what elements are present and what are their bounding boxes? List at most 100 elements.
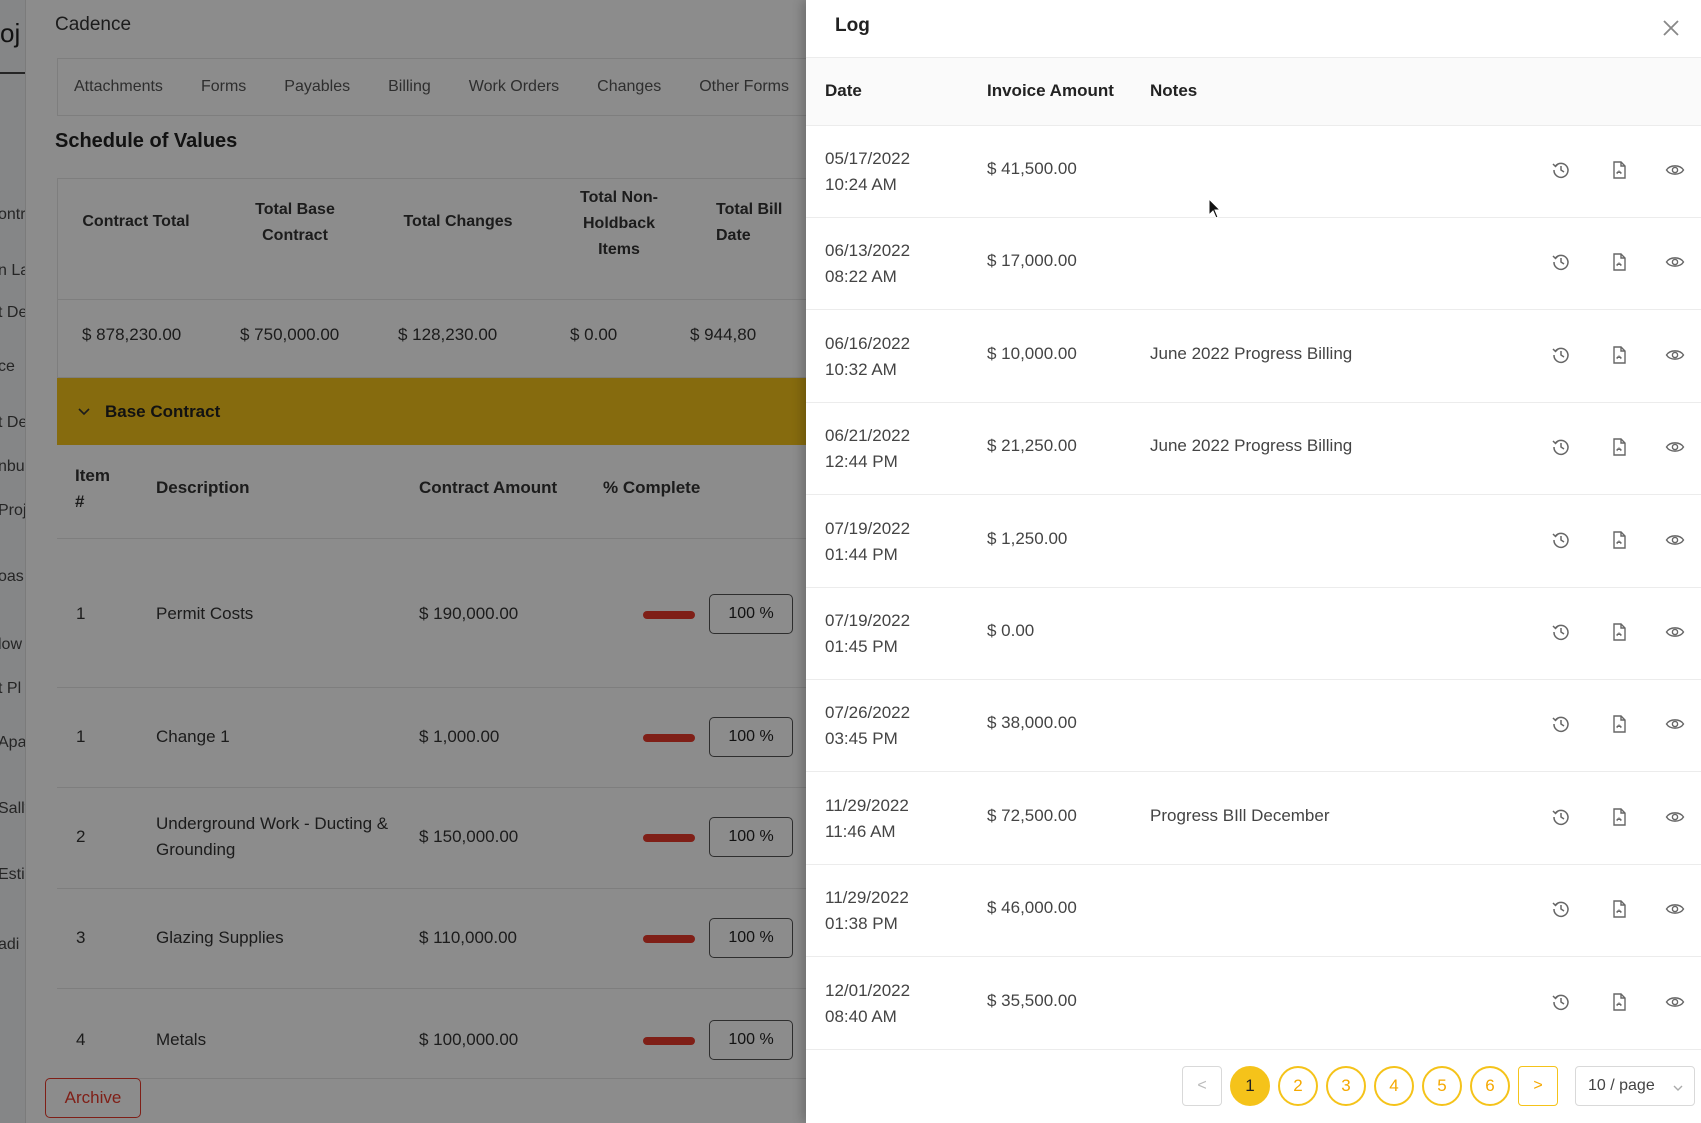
- drawer-title: Log: [835, 15, 870, 36]
- history-icon[interactable]: [1551, 807, 1571, 827]
- log-row[interactable]: 06/13/2022 08:22 AM $ 17,000.00: [806, 218, 1701, 311]
- log-invoice-amount: $ 21,250.00: [987, 436, 1077, 456]
- log-date-day: 11/29/2022: [825, 888, 909, 908]
- log-date-day: 12/01/2022: [825, 980, 911, 1000]
- log-date: 07/19/2022 01:44 PM: [825, 516, 910, 568]
- chevron-down-icon: [1672, 1081, 1684, 1093]
- log-date-day: 06/16/2022: [825, 333, 911, 353]
- mouse-cursor: [1208, 197, 1222, 220]
- log-date: 06/16/2022 10:32 AM: [825, 331, 910, 383]
- eye-icon[interactable]: [1665, 160, 1685, 180]
- eye-icon[interactable]: [1665, 530, 1685, 550]
- page-button[interactable]: 5: [1422, 1066, 1462, 1106]
- log-date-time: 01:38 PM: [825, 914, 898, 934]
- page-button[interactable]: 4: [1374, 1066, 1414, 1106]
- log-date-time: 10:24 AM: [825, 175, 897, 194]
- history-icon[interactable]: [1551, 899, 1571, 919]
- log-invoice-amount: $ 72,500.00: [987, 805, 1077, 825]
- log-invoice-amount: $ 38,000.00: [987, 713, 1077, 733]
- log-row[interactable]: 06/16/2022 10:32 AM $ 10,000.00 June 2022 P…: [806, 311, 1701, 403]
- modal-overlay[interactable]: [0, 0, 806, 1123]
- log-date-time: 12:44 PM: [825, 452, 898, 472]
- log-date: 05/17/2022 10:24 AM: [825, 146, 910, 198]
- log-row[interactable]: 06/21/2022 12:44 PM $ 21,250.00 June 2022 P…: [806, 403, 1701, 496]
- log-row[interactable]: 11/29/2022 11:46 AM $ 72,500.00 Progress BI…: [806, 773, 1701, 865]
- history-icon[interactable]: [1551, 252, 1571, 272]
- eye-icon[interactable]: [1665, 345, 1685, 365]
- pdf-icon[interactable]: [1609, 160, 1629, 180]
- eye-icon[interactable]: [1665, 252, 1685, 272]
- pdf-icon[interactable]: [1609, 992, 1629, 1012]
- pdf-icon[interactable]: [1609, 530, 1629, 550]
- log-invoice-amount: $ 1,250.00: [987, 528, 1068, 548]
- pdf-icon[interactable]: [1609, 252, 1629, 272]
- log-notes: Progress BIll December: [1150, 805, 1330, 825]
- pdf-icon[interactable]: [1609, 714, 1629, 734]
- log-invoice-amount: $ 10,000.00: [987, 343, 1077, 363]
- page-button[interactable]: 6: [1470, 1066, 1510, 1106]
- page-size-value: 10 / page: [1588, 1077, 1655, 1094]
- log-drawer: Log Date Invoice Amount Notes 05/17/2022…: [806, 0, 1701, 1123]
- history-icon[interactable]: [1551, 345, 1571, 365]
- log-invoice-amount: $ 17,000.00: [987, 251, 1077, 271]
- log-date-time: 03:45 PM: [825, 729, 898, 749]
- history-icon[interactable]: [1551, 714, 1571, 734]
- pdf-icon[interactable]: [1609, 899, 1629, 919]
- pdf-icon[interactable]: [1609, 345, 1629, 365]
- log-date-day: 07/26/2022: [825, 703, 911, 723]
- log-invoice-amount: $ 46,000.00: [987, 898, 1077, 918]
- log-notes: June 2022 Progress Billing: [1150, 436, 1353, 456]
- log-date-day: 06/13/2022: [825, 241, 911, 261]
- chevron-left-icon: <: [1197, 1077, 1207, 1094]
- log-row[interactable]: 07/19/2022 01:45 PM $ 0.00: [806, 588, 1701, 680]
- log-row[interactable]: 07/19/2022 01:44 PM $ 1,250.00: [806, 496, 1701, 588]
- pdf-icon[interactable]: [1609, 807, 1629, 827]
- log-date-time: 11:46 AM: [825, 821, 896, 841]
- log-date: 06/13/2022 08:22 AM: [825, 238, 910, 290]
- log-invoice-amount: $ 0.00: [987, 621, 1035, 640]
- log-table-header: Date Invoice Amount Notes: [806, 58, 1701, 126]
- eye-icon[interactable]: [1665, 622, 1685, 642]
- eye-icon[interactable]: [1665, 899, 1685, 919]
- log-date: 11/29/2022 01:38 PM: [825, 885, 909, 937]
- pdf-icon[interactable]: [1609, 437, 1629, 457]
- eye-icon[interactable]: [1665, 437, 1685, 457]
- page-button[interactable]: 1: [1230, 1066, 1270, 1106]
- history-icon[interactable]: [1551, 992, 1571, 1012]
- log-date-time: 10:32 AM: [825, 359, 897, 379]
- eye-icon[interactable]: [1665, 807, 1685, 827]
- log-date-day: 07/19/2022: [825, 611, 911, 630]
- log-date: 06/21/2022 12:44 PM: [825, 423, 910, 475]
- log-date-day: 05/17/2022: [825, 149, 911, 168]
- log-date: 07/26/2022 03:45 PM: [825, 700, 910, 752]
- history-icon[interactable]: [1551, 622, 1571, 642]
- chevron-right-icon: >: [1533, 1077, 1543, 1094]
- next-page-button[interactable]: >: [1518, 1066, 1558, 1106]
- log-row[interactable]: 05/17/2022 10:24 AM $ 41,500.00: [806, 126, 1701, 218]
- log-notes: June 2022 Progress Billing: [1150, 343, 1353, 363]
- close-icon[interactable]: [1659, 16, 1683, 40]
- log-date: 07/19/2022 01:45 PM: [825, 608, 910, 660]
- history-icon[interactable]: [1551, 160, 1571, 180]
- log-date-time: 08:40 AM: [825, 1006, 897, 1026]
- eye-icon[interactable]: [1665, 992, 1685, 1012]
- history-icon[interactable]: [1551, 530, 1571, 550]
- log-row[interactable]: 11/29/2022 01:38 PM $ 46,000.00: [806, 865, 1701, 958]
- page-button[interactable]: 3: [1326, 1066, 1366, 1106]
- col-date: Date: [825, 81, 862, 100]
- log-invoice-amount: $ 35,500.00: [987, 990, 1077, 1010]
- prev-page-button[interactable]: <: [1182, 1066, 1222, 1106]
- log-date-day: 07/19/2022: [825, 518, 911, 538]
- log-date-day: 06/21/2022: [825, 426, 911, 446]
- page-size-select[interactable]: 10 / page: [1575, 1066, 1695, 1106]
- log-date-time: 01:45 PM: [825, 637, 898, 656]
- history-icon[interactable]: [1551, 437, 1571, 457]
- log-date-time: 01:44 PM: [825, 544, 898, 564]
- page-button[interactable]: 2: [1278, 1066, 1318, 1106]
- log-row[interactable]: 07/26/2022 03:45 PM $ 38,000.00: [806, 680, 1701, 773]
- log-row[interactable]: 12/01/2022 08:40 AM $ 35,500.00: [806, 958, 1701, 1050]
- log-date: 12/01/2022 08:40 AM: [825, 978, 910, 1030]
- pdf-icon[interactable]: [1609, 622, 1629, 642]
- col-invoice-amount: Invoice Amount: [987, 81, 1114, 100]
- eye-icon[interactable]: [1665, 714, 1685, 734]
